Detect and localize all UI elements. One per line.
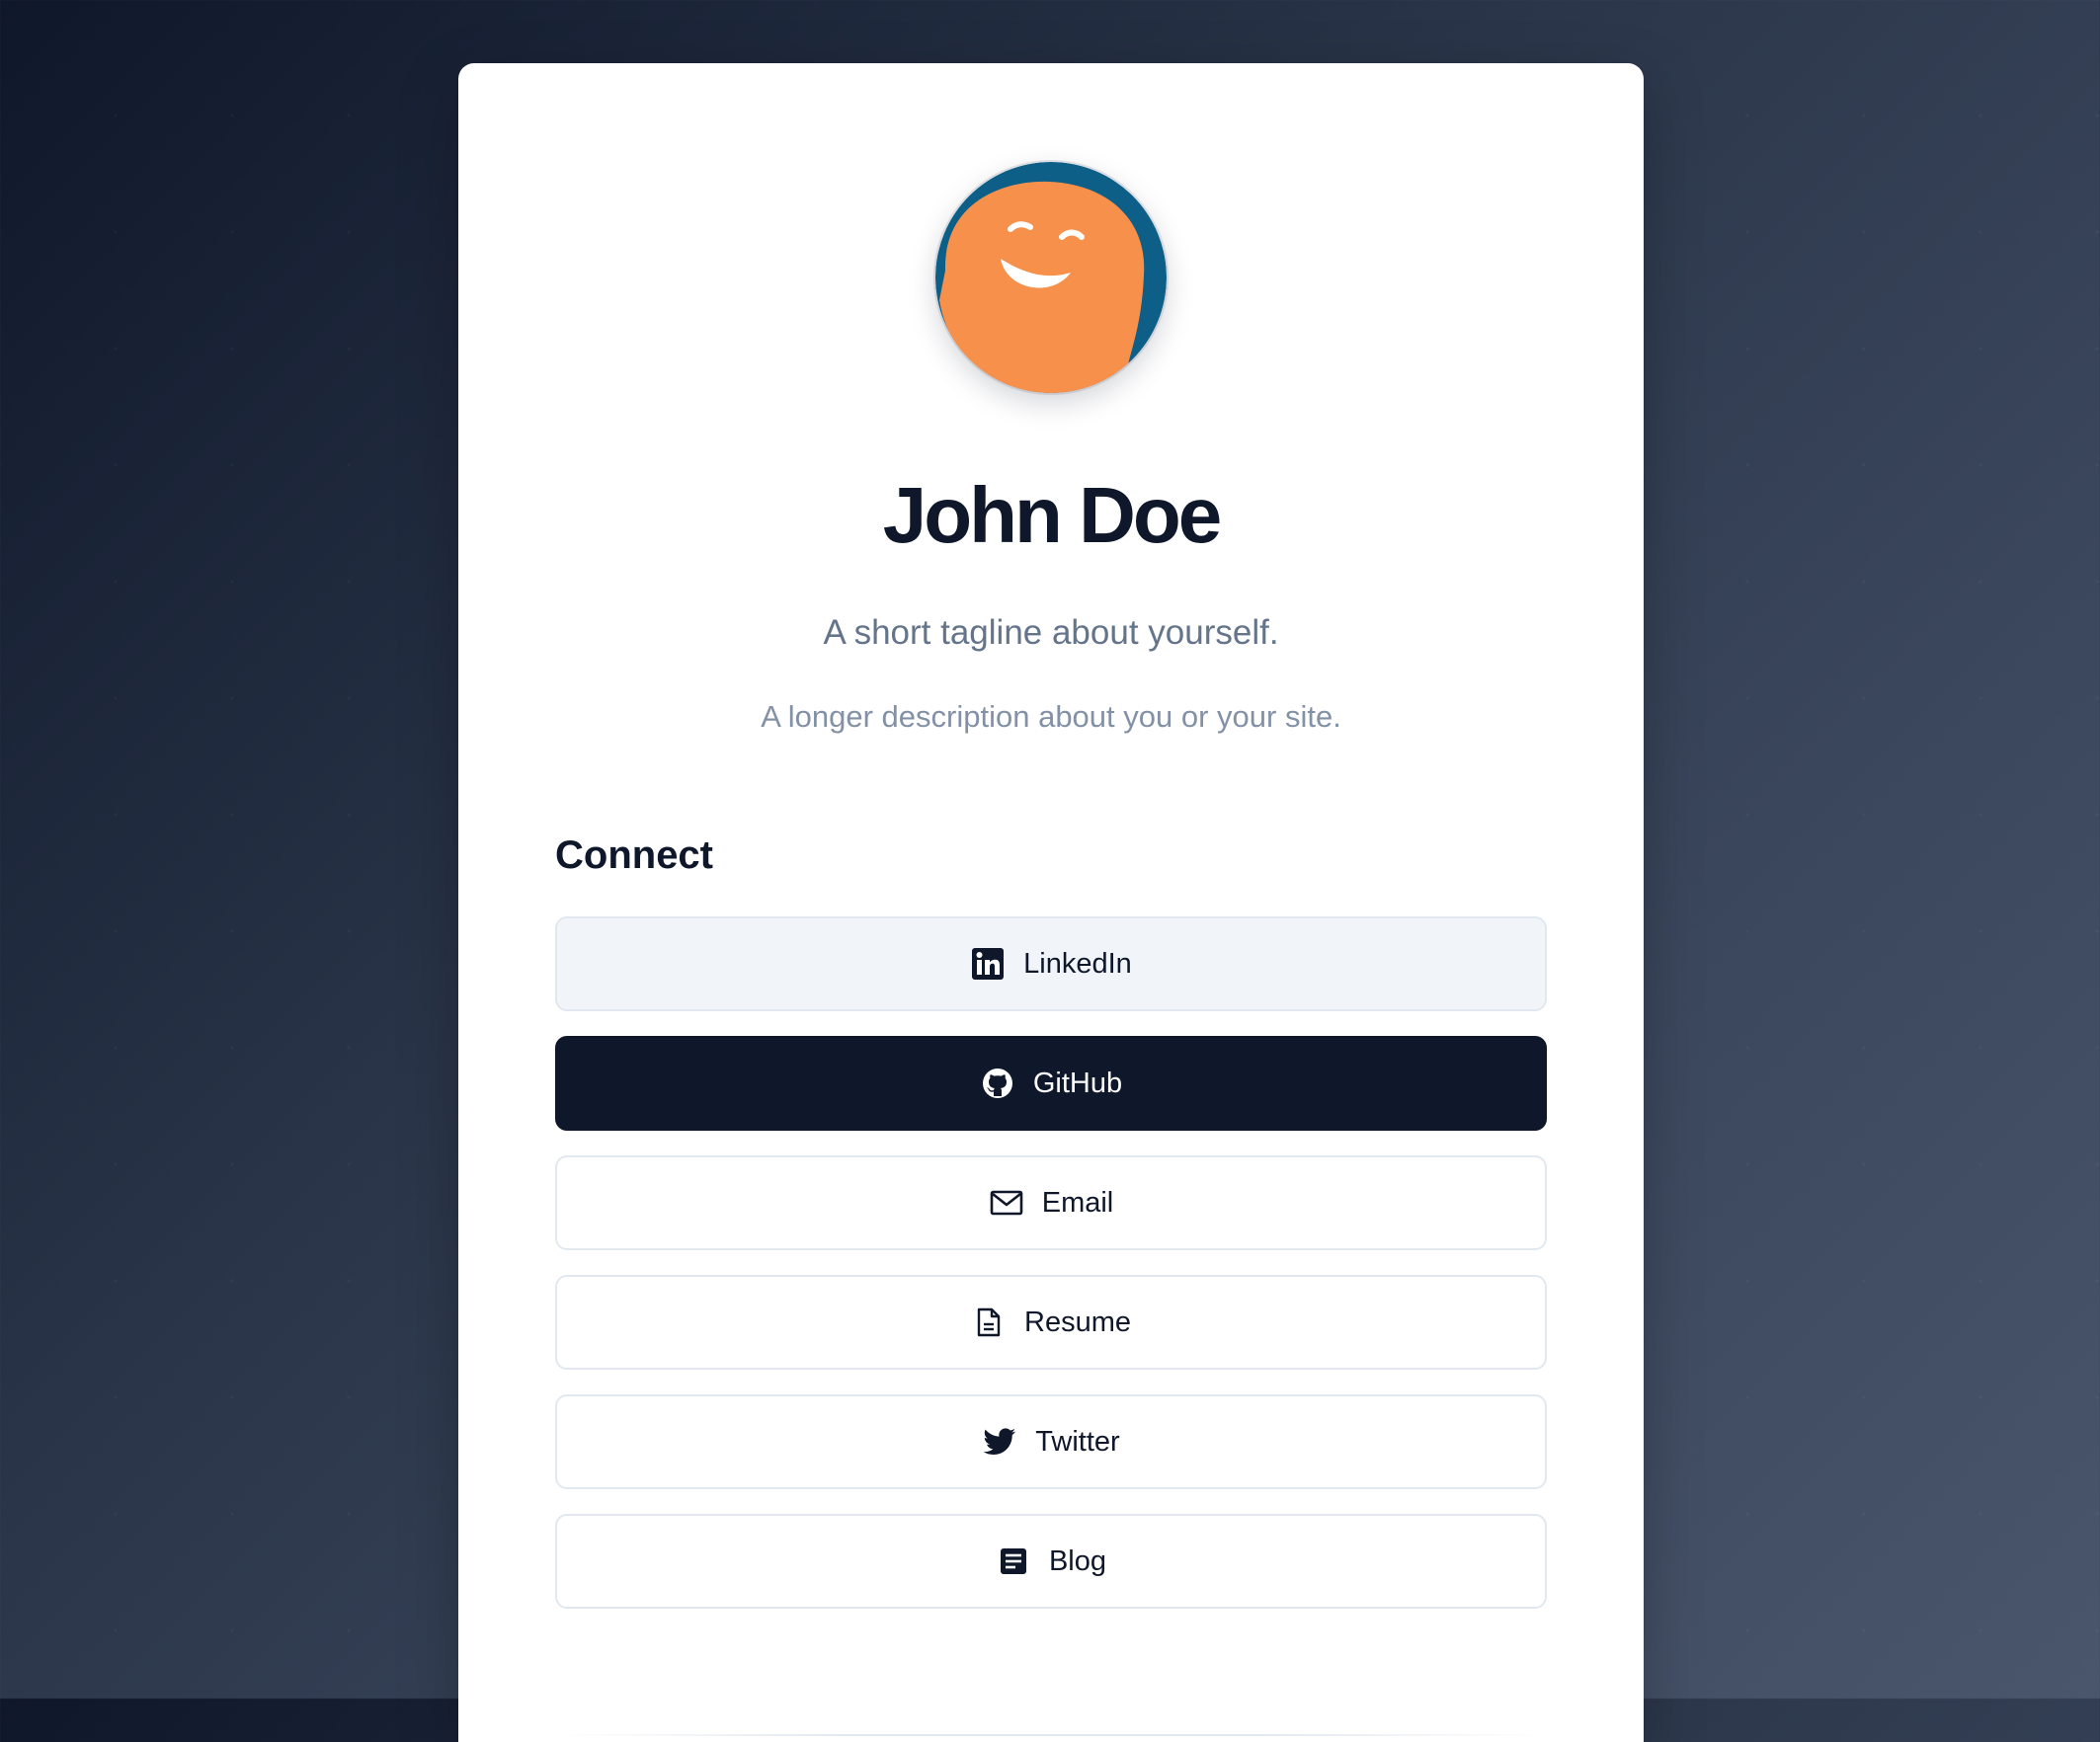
mail-icon xyxy=(989,1185,1024,1221)
email-label: Email xyxy=(1041,1186,1114,1219)
profile-name: John Doe xyxy=(882,471,1222,559)
profile-card: John Doe A short tagline about yourself.… xyxy=(458,63,1644,1742)
linkedin-label: LinkedIn xyxy=(1023,947,1132,980)
github-icon xyxy=(980,1066,1015,1101)
linkedin-button[interactable]: LinkedIn xyxy=(555,916,1547,1011)
profile-tagline: A short tagline about yourself. xyxy=(823,613,1279,652)
resume-button[interactable]: Resume xyxy=(555,1275,1547,1370)
document-icon xyxy=(971,1305,1007,1340)
twitter-button[interactable]: Twitter xyxy=(555,1394,1547,1489)
twitter-label: Twitter xyxy=(1035,1425,1120,1458)
twitter-icon xyxy=(982,1424,1017,1460)
smiling-face-avatar-icon xyxy=(935,162,1167,393)
article-icon xyxy=(996,1544,1031,1579)
blog-button[interactable]: Blog xyxy=(555,1514,1547,1609)
avatar xyxy=(935,162,1167,393)
blog-label: Blog xyxy=(1048,1544,1107,1577)
divider xyxy=(555,1734,1547,1736)
profile-description: A longer description about you or your s… xyxy=(761,699,1341,734)
email-button[interactable]: Email xyxy=(555,1155,1547,1250)
connect-heading: Connect xyxy=(555,833,713,877)
resume-label: Resume xyxy=(1024,1306,1131,1338)
connect-links: LinkedIn GitHub Email Resume Twitter Blo… xyxy=(555,916,1547,1633)
github-button[interactable]: GitHub xyxy=(555,1036,1547,1131)
github-label: GitHub xyxy=(1032,1067,1123,1099)
linkedin-icon xyxy=(970,946,1006,982)
